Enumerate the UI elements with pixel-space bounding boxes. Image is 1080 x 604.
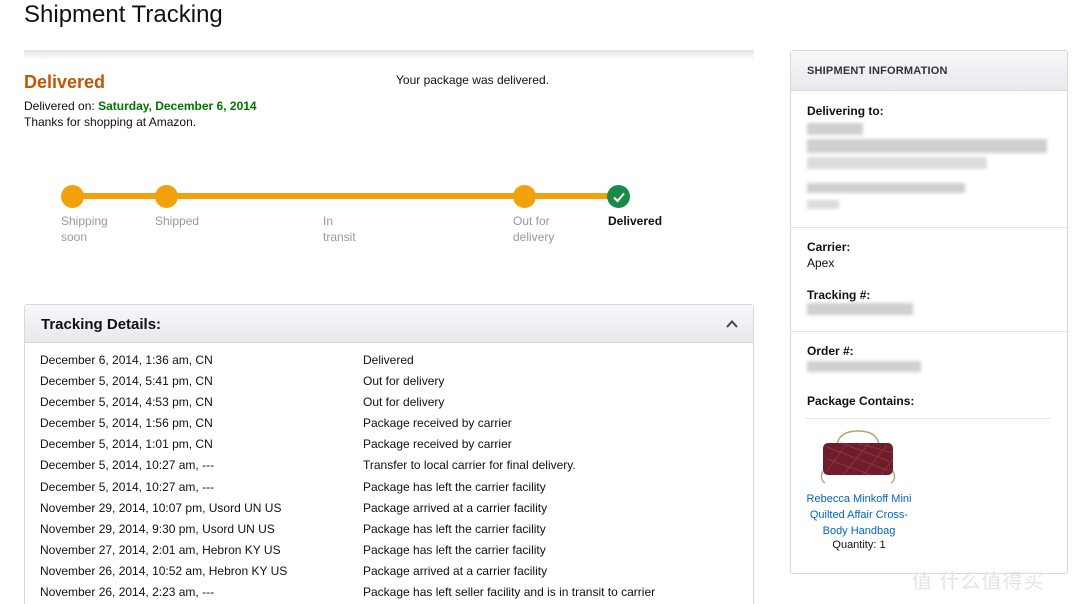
- watermark: 值 什么值得买: [912, 571, 1045, 593]
- table-row: December 5, 2014, 1:01 pm, CN Package rec…: [25, 437, 753, 458]
- table-row: December 5, 2014, 1:56 pm, CN Package rec…: [25, 416, 753, 437]
- event-description: Package received by carrier: [363, 437, 512, 452]
- event-description: Package has left seller facility and is …: [363, 585, 656, 600]
- table-row: December 5, 2014, 10:27 am, --- Transfer …: [25, 458, 753, 479]
- tracking-details-panel: Tracking Details: December 6, 2014, 1:36…: [24, 304, 754, 604]
- package-contains-label: Package Contains:: [807, 394, 915, 408]
- redacted-address: [807, 200, 839, 209]
- shipment-info-panel: SHIPMENT INFORMATION Delivering to: Carr…: [790, 50, 1068, 574]
- event-time: December 5, 2014, 1:01 pm, CN: [40, 437, 213, 452]
- redacted-tracking-number: [807, 303, 913, 315]
- delivering-to-label: Delivering to:: [807, 104, 884, 118]
- shipment-info-header: SHIPMENT INFORMATION: [791, 51, 1067, 91]
- tracking-number-label: Tracking #:: [807, 288, 871, 302]
- table-row: November 29, 2014, 9:30 pm, Usord UN US P…: [25, 522, 753, 543]
- event-time: November 29, 2014, 10:07 pm, Usord UN US: [40, 500, 282, 515]
- event-description: Package has left the carrier facility: [363, 521, 546, 536]
- event-description: Package has left the carrier facility: [363, 479, 546, 494]
- event-time: December 5, 2014, 10:27 am, ---: [40, 458, 215, 473]
- redacted-address: [807, 157, 987, 169]
- step-label-out-for-delivery: Out for delivery: [513, 214, 555, 244]
- product-quantity: Quantity: 1: [832, 539, 886, 551]
- divider: [805, 418, 1051, 419]
- step-dot-shipped: [155, 185, 178, 208]
- order-number-label: Order #:: [807, 344, 854, 358]
- handbag-image[interactable]: [817, 429, 899, 485]
- table-row: November 26, 2014, 2:23 am, --- Package h…: [25, 585, 753, 604]
- event-time: December 5, 2014, 1:56 pm, CN: [40, 416, 213, 431]
- package-status-message: Your package was delivered.: [396, 73, 549, 87]
- step-label-delivered: Delivered: [608, 214, 663, 228]
- delivered-date: Saturday, December 6, 2014: [98, 99, 257, 113]
- status-heading: Delivered: [24, 72, 106, 92]
- event-description: Package arrived at a carrier facility: [363, 500, 548, 515]
- event-time: December 5, 2014, 5:41 pm, CN: [40, 374, 213, 389]
- event-time: December 5, 2014, 4:53 pm, CN: [40, 395, 213, 410]
- event-time: November 26, 2014, 10:52 am, Hebron KY U…: [40, 563, 288, 578]
- tracking-details-header[interactable]: Tracking Details:: [25, 305, 753, 343]
- table-row: December 5, 2014, 5:41 pm, CN Out for del…: [25, 374, 753, 395]
- step-dot-out-for-delivery: [513, 185, 536, 208]
- redacted-address: [807, 183, 965, 193]
- event-description: Out for delivery: [363, 395, 445, 410]
- step-check-icon: [607, 185, 630, 208]
- step-label-shipped: Shipped: [155, 214, 200, 228]
- tracking-rows: December 6, 2014, 1:36 am, CN Delivered D…: [25, 353, 753, 604]
- event-description: Transfer to local carrier for final deli…: [363, 458, 576, 473]
- table-row: November 26, 2014, 10:52 am, Hebron KY U…: [25, 564, 753, 585]
- event-time: November 29, 2014, 9:30 pm, Usord UN US: [40, 521, 275, 536]
- table-row: December 5, 2014, 10:27 am, --- Package h…: [25, 480, 753, 501]
- thanks-message: Thanks for shopping at Amazon.: [24, 115, 197, 129]
- table-row: December 5, 2014, 4:53 pm, CN Out for del…: [25, 395, 753, 416]
- delivered-on-label: Delivered on:: [24, 99, 95, 113]
- event-description: Package has left the carrier facility: [363, 542, 546, 557]
- event-description: Out for delivery: [363, 374, 445, 389]
- event-description: Package arrived at a carrier facility: [363, 563, 548, 578]
- step-label-shipping-soon: Shipping soon: [61, 214, 108, 244]
- divider: [791, 227, 1067, 228]
- delivered-on-line: Delivered on: Saturday, December 6, 2014: [24, 99, 257, 113]
- divider: [791, 331, 1067, 332]
- table-row: November 27, 2014, 2:01 am, Hebron KY US…: [25, 543, 753, 564]
- chevron-up-icon[interactable]: [725, 317, 739, 331]
- step-dot-shipping-soon: [61, 185, 84, 208]
- tracking-details-title: Tracking Details:: [41, 316, 162, 333]
- event-time: December 5, 2014, 10:27 am, ---: [40, 479, 215, 494]
- event-description: Delivered: [363, 353, 414, 367]
- carrier-label: Carrier:: [807, 240, 851, 254]
- redacted-address: [807, 139, 1047, 153]
- redacted-address: [807, 123, 863, 135]
- table-row: December 6, 2014, 1:36 am, CN Delivered: [25, 353, 753, 374]
- event-description: Package received by carrier: [363, 416, 512, 431]
- step-label-in-transit: In transit: [323, 214, 356, 244]
- redacted-order-number: [807, 361, 921, 372]
- table-row: November 29, 2014, 10:07 pm, Usord UN US…: [25, 501, 753, 522]
- product-link[interactable]: Rebecca Minkoff Mini Quilted Affair Cros…: [799, 491, 919, 539]
- event-time: November 26, 2014, 2:23 am, ---: [40, 585, 215, 600]
- carrier-value: Apex: [807, 256, 835, 270]
- page-title: Shipment Tracking: [24, 1, 223, 28]
- event-time: November 27, 2014, 2:01 am, Hebron KY US: [40, 542, 281, 557]
- top-divider: [24, 50, 754, 60]
- event-time: December 6, 2014, 1:36 am, CN: [40, 353, 213, 367]
